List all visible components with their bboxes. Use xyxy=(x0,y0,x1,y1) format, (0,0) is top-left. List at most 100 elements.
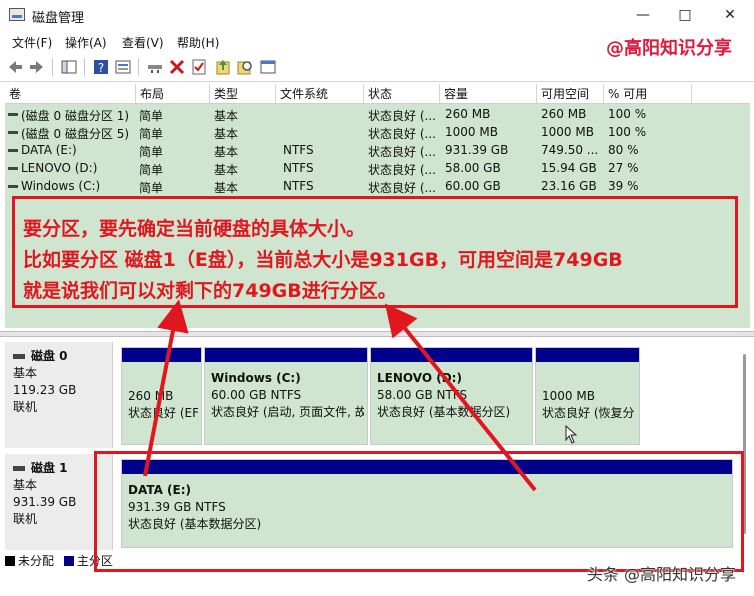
column-header-percent-free[interactable]: % 可用 xyxy=(604,84,692,104)
toolbar-separator xyxy=(84,58,85,76)
connect-icon[interactable] xyxy=(146,58,164,76)
disk-icon xyxy=(13,466,25,471)
column-header-type[interactable]: 类型 xyxy=(210,84,276,104)
partition-status: 状态良好 (启动, 页面文件, 故 xyxy=(211,405,364,419)
close-icon[interactable]: ✕ xyxy=(717,4,743,26)
svg-text:?: ? xyxy=(98,61,104,75)
cell-status: 状态良好 (... xyxy=(368,109,436,123)
check-icon[interactable] xyxy=(190,58,208,76)
table-row[interactable]: DATA (E:) 简单 基本 NTFS 状态良好 (... 931.39 GB… xyxy=(5,141,750,159)
cell-status: 状态良好 (... xyxy=(368,181,436,195)
back-icon[interactable] xyxy=(6,58,24,76)
disk-0-partition-recovery[interactable]: 1000 MB 状态良好 (恢复分 xyxy=(535,347,640,445)
cell-type: 基本 xyxy=(214,163,239,177)
cell-percent-free: 80 % xyxy=(608,143,639,157)
cell-capacity: 260 MB xyxy=(445,107,491,121)
cell-type: 基本 xyxy=(214,181,239,195)
legend-swatch-unallocated xyxy=(5,556,15,566)
console-tree-icon[interactable] xyxy=(60,58,78,76)
column-header-volume[interactable]: 卷 xyxy=(5,84,136,104)
partition-bar xyxy=(205,348,367,362)
cell-layout: 简单 xyxy=(139,163,164,177)
disk-0-partition-1[interactable]: 260 MB 状态良好 (EF xyxy=(121,347,202,445)
table-row[interactable]: (磁盘 0 磁盘分区 1) 简单 基本 状态良好 (... 260 MB 260… xyxy=(5,105,750,123)
forward-icon[interactable] xyxy=(28,58,46,76)
volume-icon xyxy=(8,149,18,152)
minimize-icon[interactable]: — xyxy=(630,4,656,26)
column-header-capacity[interactable]: 容量 xyxy=(440,84,537,104)
cell-volume: (磁盘 0 磁盘分区 5) xyxy=(21,127,130,141)
column-header-layout[interactable]: 布局 xyxy=(136,84,210,104)
watermark-bottom: 头条 @高阳知识分享 xyxy=(586,565,736,584)
disk-1-status: 联机 xyxy=(13,512,38,526)
partition-status: 状态良好 (EF xyxy=(128,406,198,420)
cell-type: 基本 xyxy=(214,127,239,141)
cell-layout: 简单 xyxy=(139,127,164,141)
cell-filesystem: NTFS xyxy=(283,161,314,175)
cell-free-space: 260 MB xyxy=(541,107,587,121)
table-row[interactable]: Windows (C:) 简单 基本 NTFS 状态良好 (... 60.00 … xyxy=(5,177,750,195)
window-title: 磁盘管理 xyxy=(32,11,85,26)
volume-icon xyxy=(8,167,18,170)
volume-table-header: 卷 布局 类型 文件系统 状态 容量 可用空间 % 可用 xyxy=(5,84,750,104)
menu-action[interactable]: 操作(A) xyxy=(65,34,107,51)
toolbar-separator xyxy=(52,58,53,76)
cell-free-space: 749.50 ... xyxy=(541,143,599,157)
cell-status: 状态良好 (... xyxy=(368,145,436,159)
menu-view[interactable]: 查看(V) xyxy=(122,34,164,51)
cell-capacity: 58.00 GB xyxy=(445,161,501,175)
menu-help[interactable]: 帮助(H) xyxy=(177,34,219,51)
cell-percent-free: 27 % xyxy=(608,161,639,175)
toolbar: ? xyxy=(0,52,754,82)
help-icon[interactable]: ? xyxy=(92,58,110,76)
disk-1-label: 磁盘 1 基本 931.39 GB 联机 xyxy=(13,460,76,528)
cell-percent-free: 100 % xyxy=(608,107,647,121)
legend-swatch-primary xyxy=(63,556,74,566)
maximize-icon[interactable]: □ xyxy=(672,4,698,26)
disk-0-partition-lenovo[interactable]: LENOVO (D:) 58.00 GB NTFS 状态良好 (基本数据分区) xyxy=(370,347,533,445)
volume-icon xyxy=(8,185,18,188)
delete-icon[interactable] xyxy=(168,58,186,76)
cell-free-space: 15.94 GB xyxy=(541,161,597,175)
toolbar-separator xyxy=(138,58,139,76)
import-icon[interactable] xyxy=(214,58,232,76)
cell-volume: Windows (C:) xyxy=(21,179,101,193)
cell-status: 状态良好 (... xyxy=(368,163,436,177)
annotation-line-1: 要分区，要先确定当前硬盘的具体大小。 xyxy=(23,218,366,240)
disk-management-icon xyxy=(9,8,25,21)
cell-volume: DATA (E:) xyxy=(21,143,77,157)
cell-layout: 简单 xyxy=(139,181,164,195)
search-icon[interactable] xyxy=(236,58,254,76)
partition-size: 58.00 GB NTFS xyxy=(377,388,468,402)
properties-icon[interactable] xyxy=(114,58,132,76)
column-header-filesystem[interactable]: 文件系统 xyxy=(276,84,364,104)
cell-free-space: 1000 MB xyxy=(541,125,594,139)
cell-filesystem: NTFS xyxy=(283,143,314,157)
partition-size: 1000 MB xyxy=(542,389,595,403)
table-row[interactable]: (磁盘 0 磁盘分区 5) 简单 基本 状态良好 (... 1000 MB 10… xyxy=(5,123,750,141)
disk-0-type: 基本 xyxy=(13,366,38,380)
column-header-status[interactable]: 状态 xyxy=(364,84,440,104)
partition-bar xyxy=(536,348,639,362)
cell-type: 基本 xyxy=(214,145,239,159)
window-icon[interactable] xyxy=(259,58,277,76)
annotation-line-3: 就是说我们可以对剩下的749GB进行分区。 xyxy=(23,280,397,302)
column-header-free-space[interactable]: 可用空间 xyxy=(537,84,604,104)
cell-filesystem: NTFS xyxy=(283,179,314,193)
cell-percent-free: 39 % xyxy=(608,179,639,193)
pane-splitter[interactable] xyxy=(0,331,754,337)
partition-status: 状态良好 (恢复分 xyxy=(542,406,635,420)
cell-capacity: 1000 MB xyxy=(445,125,498,139)
disk-0-status: 联机 xyxy=(13,400,38,414)
legend-unallocated: 未分配 xyxy=(18,554,55,568)
volume-icon xyxy=(8,131,18,134)
disk-0-partition-windows[interactable]: Windows (C:) 60.00 GB NTFS 状态良好 (启动, 页面文… xyxy=(204,347,368,445)
cell-free-space: 23.16 GB xyxy=(541,179,597,193)
menu-file[interactable]: 文件(F) xyxy=(12,34,52,51)
partition-name: LENOVO (D:) xyxy=(377,371,462,385)
table-row[interactable]: LENOVO (D:) 简单 基本 NTFS 状态良好 (... 58.00 G… xyxy=(5,159,750,177)
partition-bar xyxy=(122,348,201,362)
partition-size: 260 MB xyxy=(128,389,174,403)
cell-volume: (磁盘 0 磁盘分区 1) xyxy=(21,109,130,123)
cell-status: 状态良好 (... xyxy=(368,127,436,141)
